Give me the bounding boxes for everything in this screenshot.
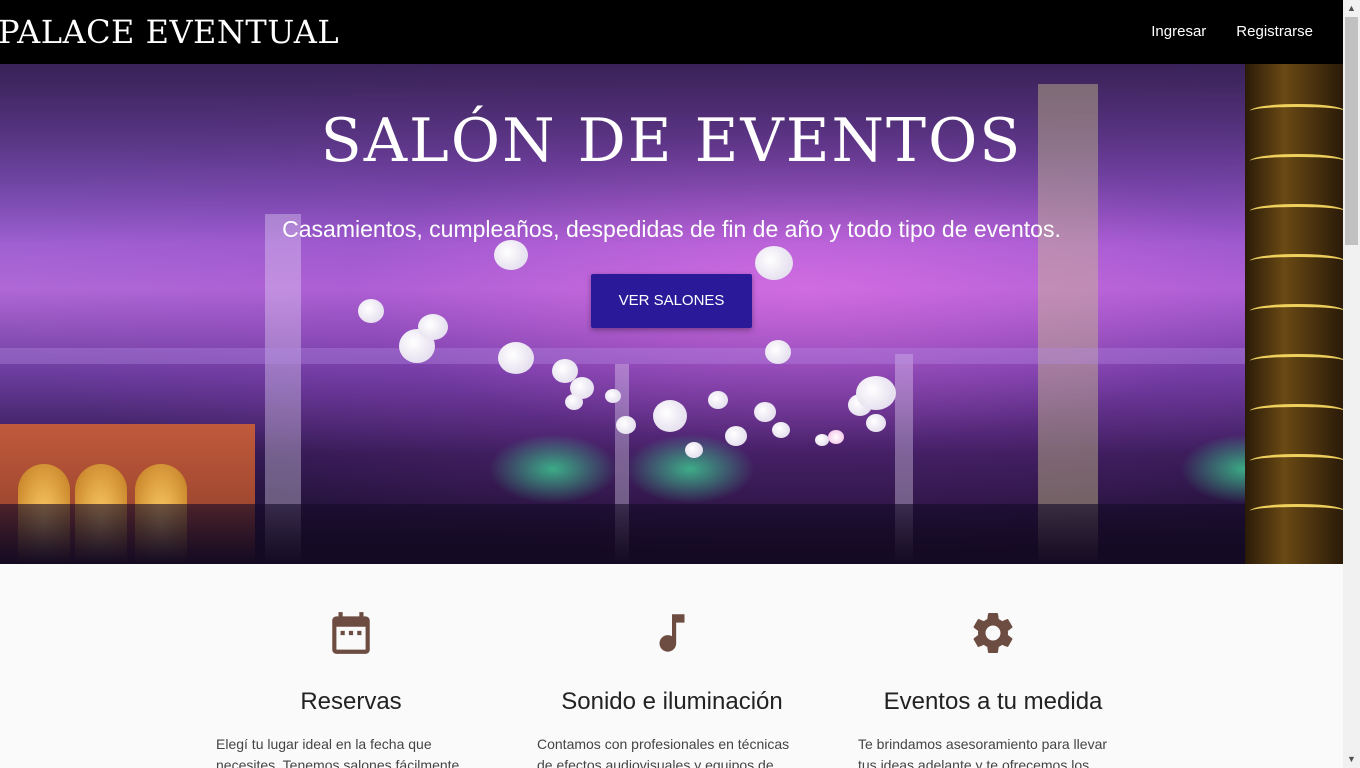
feature-text: Te brindamos asesoramiento para llevar t… xyxy=(858,736,1108,768)
navbar: PALACE EVENTUAL Ingresar Registrarse xyxy=(0,0,1343,64)
scroll-up-arrow-icon[interactable]: ▲ xyxy=(1343,0,1360,17)
hero-banner: SALÓN DE EVENTOS Casamientos, cumpleaños… xyxy=(0,64,1343,564)
brand-logo[interactable]: PALACE EVENTUAL xyxy=(0,13,339,51)
vertical-scrollbar[interactable]: ▲ ▼ xyxy=(1343,0,1360,768)
page: PALACE EVENTUAL Ingresar Registrarse SAL… xyxy=(0,0,1360,768)
login-link[interactable]: Ingresar xyxy=(1136,0,1221,64)
feature-title: Eventos a tu medida xyxy=(883,688,1103,715)
register-link[interactable]: Registrarse xyxy=(1221,0,1328,64)
feature-title: Reservas xyxy=(300,688,402,715)
calendar-icon xyxy=(332,612,370,654)
scroll-down-arrow-icon[interactable]: ▼ xyxy=(1343,751,1360,768)
hero-subtitle: Casamientos, cumpleaños, despedidas de f… xyxy=(282,216,1061,242)
hero-content: SALÓN DE EVENTOS Casamientos, cumpleaños… xyxy=(0,64,1343,564)
features-section: Reservas Elegí tu lugar ideal en la fech… xyxy=(0,564,1343,768)
music-note-icon xyxy=(659,614,685,652)
nav-links: Ingresar Registrarse xyxy=(1136,0,1343,64)
feature-title: Sonido e iluminación xyxy=(561,688,783,715)
gear-icon xyxy=(973,613,1013,653)
scroll-thumb[interactable] xyxy=(1345,17,1358,245)
feature-text: Contamos con profesionales en técnicas d… xyxy=(537,736,790,768)
view-halls-button[interactable]: VER SALONES xyxy=(591,274,752,328)
feature-text: Elegí tu lugar ideal en la fecha que nec… xyxy=(216,736,460,768)
hero-title: SALÓN DE EVENTOS xyxy=(320,106,1023,176)
